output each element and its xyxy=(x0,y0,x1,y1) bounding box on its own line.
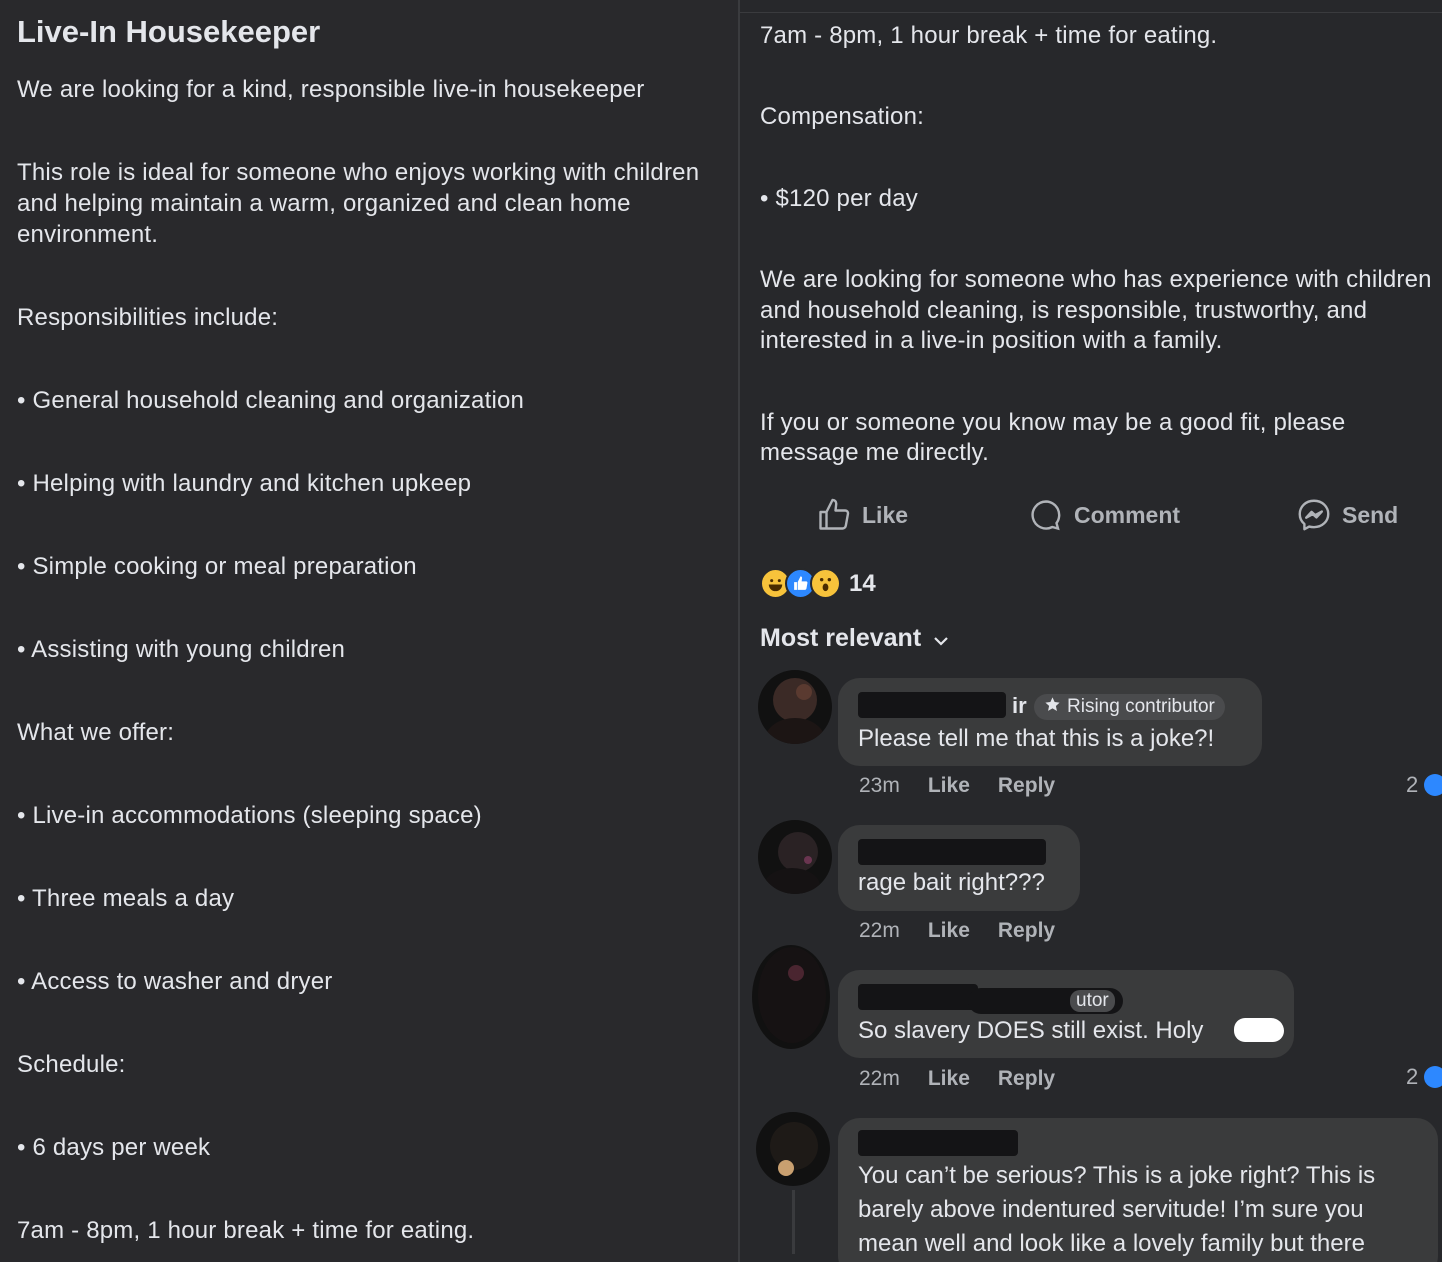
like-reaction-icon xyxy=(1424,1066,1442,1088)
comment-text: Please tell me that this is a joke?! xyxy=(858,725,1215,752)
post-ideal-line-2: and helping maintain a warm, organized a… xyxy=(17,190,631,217)
comment-bubble: utor So slavery DOES still exist. Holy xyxy=(838,970,1294,1058)
responsibility-item: • Helping with laundry and kitchen upkee… xyxy=(17,470,472,497)
compensation-item: • $120 per day xyxy=(760,185,918,212)
looking-line-2: and household cleaning, is responsible, … xyxy=(760,297,1368,324)
comment-text-line-3: mean well and look like a lovely family … xyxy=(858,1230,1365,1257)
like-button[interactable]: Like xyxy=(816,497,908,533)
send-button[interactable]: Send xyxy=(1296,497,1398,533)
comment-text-line-1: You can’t be serious? This is a joke rig… xyxy=(858,1162,1376,1189)
comment-reaction-count[interactable]: 2 xyxy=(1406,772,1442,798)
comment-bubble: You can’t be serious? This is a joke rig… xyxy=(838,1118,1438,1262)
comment-time[interactable]: 22m xyxy=(859,1067,900,1091)
top-separator xyxy=(740,12,1442,13)
reaction-count: 14 xyxy=(849,569,876,597)
comment-meta: 22m Like Reply xyxy=(859,919,1055,943)
responsibility-item: • Simple cooking or meal preparation xyxy=(17,553,417,580)
schedule-hours: 7am - 8pm, 1 hour break + time for eatin… xyxy=(17,1217,475,1244)
reaction-number: 2 xyxy=(1406,1064,1419,1089)
comment-reply-button[interactable]: Reply xyxy=(998,919,1055,943)
badge-label: Rising contributor xyxy=(1067,696,1215,717)
redacted-name xyxy=(858,692,1006,718)
contact-line-1: If you or someone you know may be a good… xyxy=(760,409,1346,436)
comment-text: rage bait right??? xyxy=(858,869,1045,896)
comment-meta: 22m Like Reply xyxy=(859,1067,1055,1091)
badge-label: utor xyxy=(1070,990,1115,1012)
comment-text: So slavery DOES still exist. Holy xyxy=(858,1017,1204,1044)
comment-button[interactable]: Comment xyxy=(1028,497,1180,533)
responsibility-item: • General household cleaning and organiz… xyxy=(17,387,525,414)
like-label: Like xyxy=(862,501,909,528)
reaction-number: 2 xyxy=(1406,772,1419,797)
offer-item: • Access to washer and dryer xyxy=(17,968,333,995)
send-label: Send xyxy=(1342,501,1399,528)
schedule-heading: Schedule: xyxy=(17,1051,126,1078)
avatar[interactable] xyxy=(756,1112,830,1186)
redacted-name xyxy=(858,839,1046,865)
comment-time[interactable]: 23m xyxy=(859,774,900,798)
reactions-summary[interactable]: 14 xyxy=(760,568,876,599)
reply-thread-line xyxy=(792,1190,795,1254)
redacted-name xyxy=(858,984,978,1010)
redacted-name xyxy=(858,1130,1018,1156)
commenter-name-fragment[interactable]: ir xyxy=(1012,693,1027,719)
comment-like-button[interactable]: Like xyxy=(928,919,970,943)
responsibility-item: • Assisting with young children xyxy=(17,636,346,663)
responsibilities-heading: Responsibilities include: xyxy=(17,304,279,331)
wow-emoji-icon xyxy=(810,568,841,599)
schedule-days: • 6 days per week xyxy=(17,1134,211,1161)
comment-sort-dropdown[interactable]: Most relevant xyxy=(760,624,949,653)
contact-line-2: message me directly. xyxy=(760,439,989,466)
censor-cloud-icon xyxy=(1234,1018,1284,1042)
comment-bubble: ir Rising contributor Please tell me tha… xyxy=(838,678,1262,766)
comment-reaction-count[interactable]: 2 xyxy=(1406,1064,1442,1090)
like-reaction-icon xyxy=(1424,774,1442,796)
schedule-hours-continued: 7am - 8pm, 1 hour break + time for eatin… xyxy=(760,22,1218,49)
comment-like-button[interactable]: Like xyxy=(928,774,970,798)
comment-meta: 23m Like Reply xyxy=(859,774,1055,798)
avatar[interactable] xyxy=(758,820,832,894)
looking-line-3: interested in a live-in position with a … xyxy=(760,327,1223,354)
messenger-icon xyxy=(1296,497,1332,533)
offer-heading: What we offer: xyxy=(17,719,175,746)
chevron-down-icon xyxy=(933,624,949,653)
offer-item: • Three meals a day xyxy=(17,885,235,912)
looking-line-1: We are looking for someone who has exper… xyxy=(760,266,1432,293)
comment-reply-button[interactable]: Reply xyxy=(998,1067,1055,1091)
comment-like-button[interactable]: Like xyxy=(928,1067,970,1091)
thumbs-up-icon xyxy=(816,497,852,533)
post-actions-bar: Like Comment Send xyxy=(740,495,1442,535)
comment-reply-button[interactable]: Reply xyxy=(998,774,1055,798)
contributor-badge: Rising contributor xyxy=(1034,694,1225,720)
post-left-panel: Live-In Housekeeper We are looking for a… xyxy=(0,0,738,1262)
compensation-heading: Compensation: xyxy=(760,103,925,130)
comment-bubble-icon xyxy=(1028,497,1064,533)
post-ideal-line-3: environment. xyxy=(17,221,159,248)
avatar[interactable] xyxy=(752,945,830,1049)
star-icon xyxy=(1044,696,1061,719)
comment-bubble: rage bait right??? xyxy=(838,825,1080,911)
post-title: Live-In Housekeeper xyxy=(17,14,321,49)
post-right-panel: 7am - 8pm, 1 hour break + time for eatin… xyxy=(740,0,1442,1262)
avatar[interactable] xyxy=(758,670,832,744)
comment-time[interactable]: 22m xyxy=(859,919,900,943)
post-intro: We are looking for a kind, responsible l… xyxy=(17,76,645,103)
redacted-badge xyxy=(976,991,1070,1011)
sort-label: Most relevant xyxy=(760,624,922,652)
post-ideal-line-1: This role is ideal for someone who enjoy… xyxy=(17,159,700,186)
contributor-badge: utor xyxy=(968,988,1123,1014)
comment-text-line-2: barely above indentured servitude! I’m s… xyxy=(858,1196,1364,1223)
comment-label: Comment xyxy=(1074,501,1181,528)
offer-item: • Live-in accommodations (sleeping space… xyxy=(17,802,482,829)
